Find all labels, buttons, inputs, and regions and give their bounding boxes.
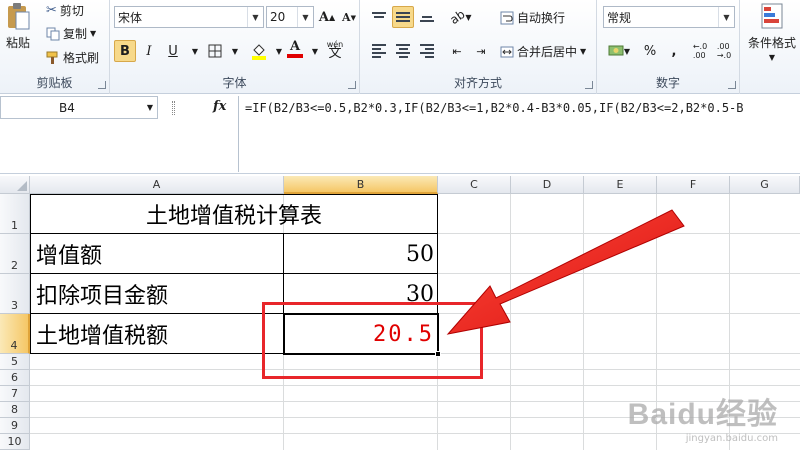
watermark: Baidu经验 jingyan.baidu.com: [628, 389, 778, 444]
arrow-shape: [446, 209, 685, 335]
watermark-logo: Baidu经验: [627, 398, 778, 431]
annotation-arrow: [446, 209, 685, 335]
watermark-url: jingyan.baidu.com: [685, 433, 778, 444]
